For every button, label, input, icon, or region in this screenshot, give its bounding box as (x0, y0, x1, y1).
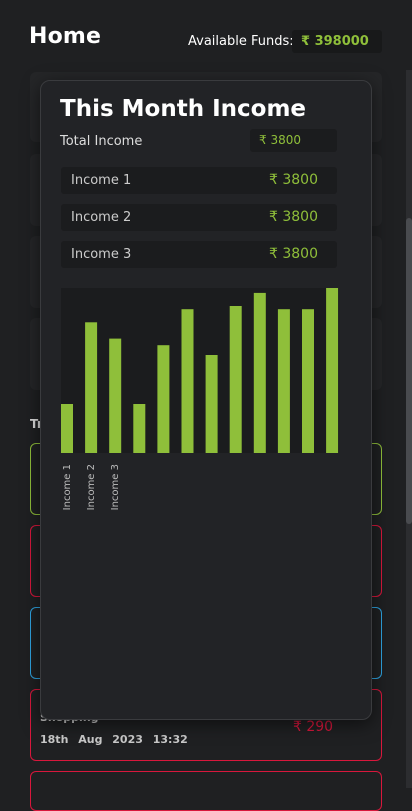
income-amount: ₹ 3800 (269, 172, 318, 188)
income-amount: ₹ 3800 (269, 209, 318, 225)
chart-tick-label: Income 1 (62, 464, 73, 510)
total-income-value: ₹ 3800 (250, 129, 337, 152)
scrollbar-thumb[interactable] (406, 218, 412, 524)
income-row[interactable]: Income 2 ₹ 3800 (61, 204, 337, 231)
chart-plot-area (61, 288, 339, 453)
income-name: Income 3 (71, 247, 132, 262)
chart-bar (109, 338, 122, 453)
available-funds-value: ₹ 398000 (292, 30, 382, 53)
transaction-card[interactable] (30, 771, 382, 811)
chart-bar (181, 309, 194, 453)
income-modal[interactable]: This Month Income Total Income ₹ 3800 In… (40, 80, 372, 720)
chart-bar (229, 306, 242, 453)
income-amount: ₹ 3800 (269, 246, 318, 262)
available-funds-label: Available Funds: (188, 34, 294, 49)
income-bar-chart: Income 1 Income 2 Income 3 (61, 288, 339, 510)
chart-tick-label: Income 2 (86, 464, 97, 510)
transaction-amount: ₹ 290 (293, 719, 334, 735)
transaction-time-value: 13:32 (152, 733, 188, 746)
chart-bar (157, 345, 170, 453)
chart-bar (205, 355, 218, 453)
modal-title: This Month Income (60, 96, 307, 122)
income-row[interactable]: Income 1 ₹ 3800 (61, 167, 337, 194)
chart-bar (133, 404, 146, 453)
total-income-label: Total Income (60, 134, 143, 149)
chart-bar (326, 288, 339, 453)
transaction-date-value: 18th Aug 2023 (40, 733, 143, 746)
chart-bar (253, 292, 266, 453)
income-row[interactable]: Income 3 ₹ 3800 (61, 241, 337, 268)
chart-bar (85, 322, 98, 453)
chart-bar (302, 309, 314, 453)
chart-tick-label: Income 3 (110, 464, 121, 510)
income-name: Income 1 (71, 173, 132, 188)
page-title: Home (29, 24, 102, 49)
transaction-date: 18th Aug 2023 13:32 (40, 733, 188, 746)
income-name: Income 2 (71, 210, 132, 225)
chart-bar (61, 404, 73, 453)
chart-bar (277, 309, 290, 453)
